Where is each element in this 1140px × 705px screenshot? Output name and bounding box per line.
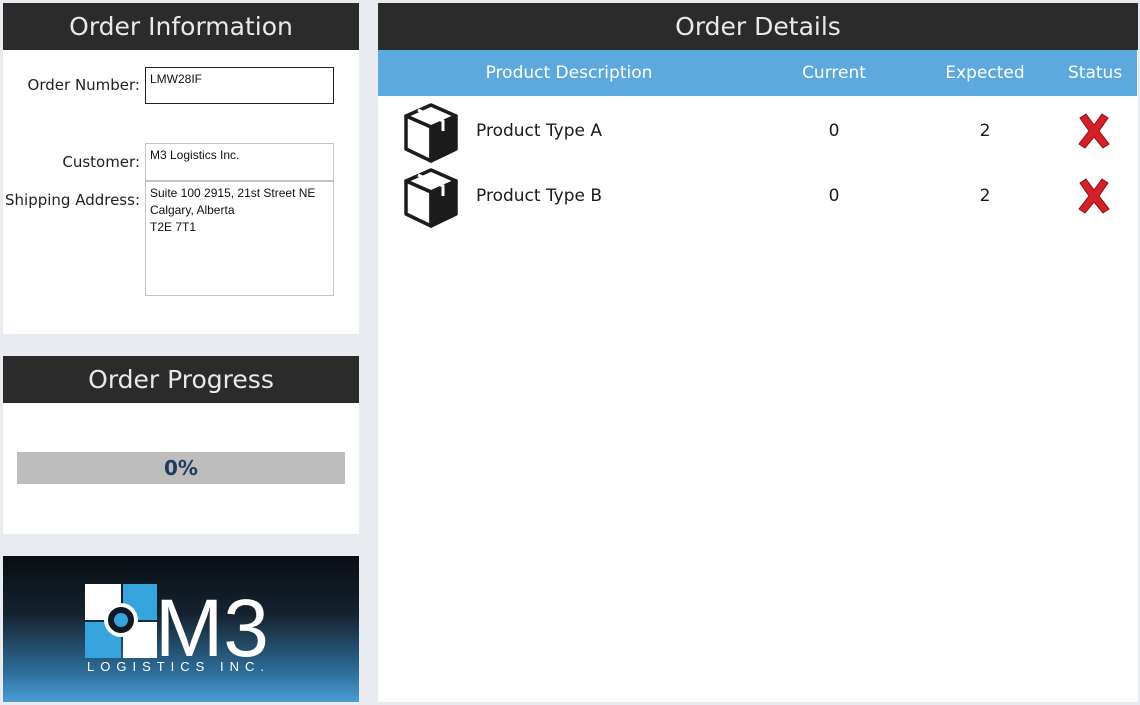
- product-name: Product Type A: [476, 121, 603, 141]
- order-information-title: Order Information: [3, 3, 359, 50]
- order-information-panel: Order Information Order Number: LMW28IF …: [3, 3, 359, 334]
- order-number-field[interactable]: LMW28IF: [145, 67, 334, 104]
- shipping-address-field[interactable]: Suite 100 2915, 21st Street NE Calgary, …: [145, 181, 334, 296]
- current-quantity: 0: [828, 186, 840, 206]
- progress-percent-text: 0%: [164, 456, 198, 480]
- column-header-product-description[interactable]: Product Description: [438, 50, 700, 96]
- order-details-title: Order Details: [378, 3, 1138, 50]
- company-logo-panel: M3 LOGISTICS INC.: [3, 556, 359, 702]
- m3-logistics-logo: M3 LOGISTICS INC.: [85, 583, 270, 674]
- logo-tagline-text: LOGISTICS INC.: [87, 659, 270, 674]
- order-progress-title: Order Progress: [3, 356, 359, 403]
- order-details-panel: Order Details Product Description Curren…: [378, 3, 1138, 702]
- customer-label: Customer:: [62, 153, 140, 171]
- red-x-icon: [1078, 178, 1110, 214]
- order-details-table-header: Product Description Current Quantity Exp…: [378, 50, 1137, 129]
- expected-quantity: 2: [979, 186, 991, 206]
- shipping-address-label: Shipping Address:: [5, 191, 140, 209]
- current-quantity: 0: [828, 121, 840, 141]
- column-header-expected-quantity[interactable]: Expected Quantity: [910, 50, 1060, 129]
- order-number-label: Order Number:: [27, 76, 140, 94]
- expected-quantity: 2: [979, 121, 991, 141]
- order-progress-bar: 0%: [17, 452, 345, 484]
- order-progress-panel: Order Progress 0%: [3, 356, 359, 534]
- column-header-status[interactable]: Status: [1068, 50, 1122, 96]
- product-name: Product Type B: [476, 186, 603, 206]
- red-x-icon: [1078, 113, 1110, 149]
- product-box-icon: [404, 103, 458, 163]
- product-box-icon: [404, 168, 458, 228]
- table-row[interactable]: Product Type B 0 2: [378, 163, 1137, 229]
- table-row[interactable]: Product Type A 0 2: [378, 98, 1137, 164]
- customer-field[interactable]: M3 Logistics Inc.: [145, 143, 334, 181]
- column-header-current-quantity[interactable]: Current Quantity: [764, 50, 904, 129]
